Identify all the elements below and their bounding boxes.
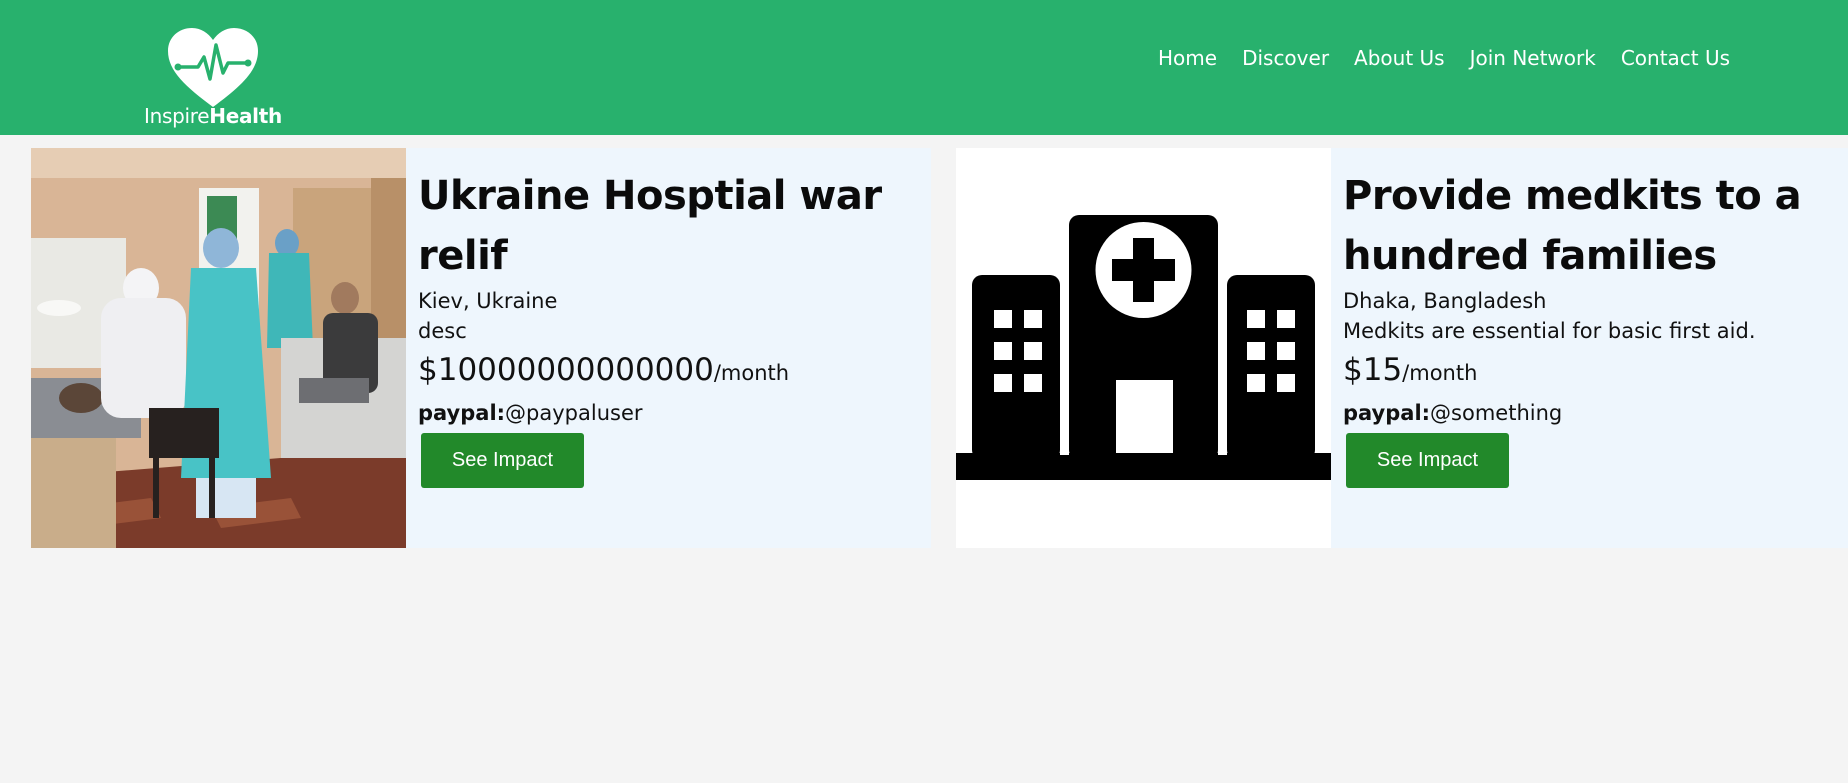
paypal-label: paypal:	[1343, 401, 1431, 425]
nav-home[interactable]: Home	[1158, 46, 1217, 70]
campaign-paypal: paypal:@paypaluser	[418, 395, 923, 431]
campaign-card: Ukraine Hosptial war relif Kiev, Ukraine…	[31, 148, 931, 548]
amount-period: /month	[1402, 361, 1478, 385]
campaign-card: Provide medkits to a hundred families Dh…	[956, 148, 1848, 548]
site-header: InspireHealth Home Discover About Us Joi…	[0, 0, 1848, 135]
campaign-title: Ukraine Hosptial war relif	[418, 173, 882, 279]
nav-about-us[interactable]: About Us	[1354, 46, 1445, 70]
campaign-location: Dhaka, Bangladesh	[1343, 289, 1547, 313]
nav-join-network[interactable]: Join Network	[1470, 46, 1596, 70]
paypal-handle: @something	[1430, 401, 1563, 425]
paypal-label: paypal:	[418, 401, 506, 425]
campaign-description: Medkits are essential for basic first ai…	[1343, 319, 1756, 343]
see-impact-button[interactable]: See Impact	[421, 433, 584, 488]
amount-value: $15	[1343, 352, 1403, 388]
campaign-title: Provide medkits to a hundred families	[1343, 173, 1802, 279]
see-impact-button[interactable]: See Impact	[1346, 433, 1509, 488]
main-nav: Home Discover About Us Join Network Cont…	[1158, 46, 1755, 70]
campaign-amount: $10000000000000/month	[418, 350, 923, 395]
nav-contact-us[interactable]: Contact Us	[1621, 46, 1730, 70]
campaign-description: desc	[418, 319, 467, 343]
campaign-details: Ukraine Hosptial war relif Kiev, Ukraine…	[418, 166, 923, 488]
hospital-building-icon	[956, 148, 1331, 548]
amount-period: /month	[713, 361, 790, 385]
paypal-handle: @paypaluser	[505, 401, 643, 425]
campaign-details: Provide medkits to a hundred families Dh…	[1343, 166, 1840, 488]
brand-name: InspireHealth	[144, 104, 282, 128]
amount-value: $10000000000000	[418, 352, 714, 388]
brand-logo[interactable]: InspireHealth	[144, 22, 282, 132]
nav-discover[interactable]: Discover	[1242, 46, 1329, 70]
campaign-location: Kiev, Ukraine	[418, 289, 558, 313]
campaign-paypal: paypal:@something	[1343, 395, 1840, 431]
heart-pulse-icon	[168, 28, 258, 107]
campaign-amount: $15/month	[1343, 350, 1840, 395]
campaign-photo	[31, 148, 406, 548]
